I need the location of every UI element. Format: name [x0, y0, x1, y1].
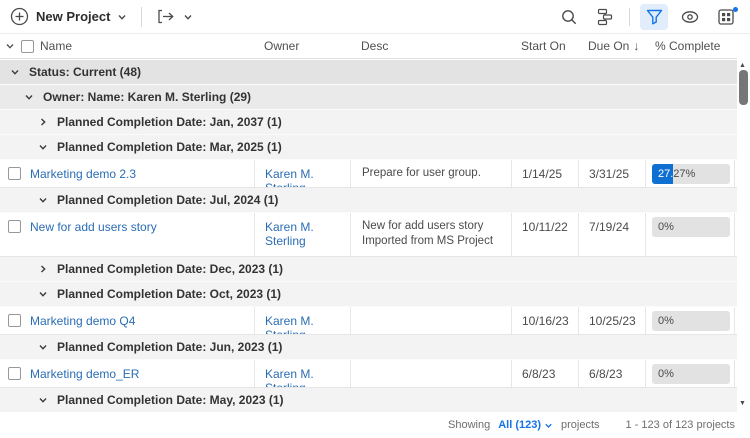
- project-name-link[interactable]: New for add users story: [30, 220, 157, 234]
- group-label: Planned Completion Date: Jul, 2024 (1): [57, 193, 278, 207]
- project-name-link[interactable]: Marketing demo 2.3: [30, 167, 136, 181]
- start-on-cell: 1/14/25: [511, 160, 578, 187]
- showing-label: Showing: [448, 419, 490, 431]
- row-checkbox[interactable]: [8, 167, 21, 180]
- start-on-cell: 6/8/23: [511, 360, 578, 387]
- percent-complete-field[interactable]: 27.27% 27.27%: [652, 164, 730, 184]
- chevron-down-icon: [183, 12, 193, 22]
- view-eye-icon[interactable]: [676, 4, 704, 30]
- sort-descending-icon: ↓: [633, 39, 639, 53]
- column-header-name[interactable]: Name: [40, 39, 72, 53]
- select-all-checkbox[interactable]: [21, 40, 34, 53]
- scrollbar-up-arrow[interactable]: ▲: [738, 62, 747, 70]
- group-label: Planned Completion Date: May, 2023 (1): [57, 393, 284, 407]
- toolbar-right: [555, 4, 740, 30]
- chevron-down-icon[interactable]: [24, 92, 34, 102]
- toolbar-icon-divider: [629, 8, 630, 26]
- owner-link[interactable]: Karen M. Sterling: [265, 220, 314, 248]
- table-body: Status: Current (48) Owner: Name: Karen M…: [0, 60, 737, 412]
- chevron-down-icon[interactable]: [38, 142, 48, 152]
- group-label: Planned Completion Date: Jan, 2037 (1): [57, 115, 282, 129]
- table-row: Marketing demo_ER Karen M. Sterling 6/8/…: [0, 360, 737, 388]
- chevron-down-icon[interactable]: [38, 289, 48, 299]
- project-name-link[interactable]: Marketing demo_ER: [30, 367, 139, 381]
- column-header-owner[interactable]: Owner: [254, 39, 350, 53]
- start-on-cell: 10/16/23: [511, 307, 578, 334]
- due-on-cell: 10/25/23: [578, 307, 645, 334]
- projects-label: projects: [561, 419, 600, 431]
- start-on-cell: 10/11/22: [511, 213, 578, 256]
- chevron-right-icon[interactable]: [38, 117, 48, 127]
- group-row[interactable]: Owner: Name: Karen M. Sterling (29): [0, 85, 737, 110]
- group-row[interactable]: Planned Completion Date: May, 2023 (1): [0, 388, 737, 412]
- notification-dot: [733, 7, 738, 12]
- new-project-label: New Project: [36, 9, 110, 24]
- chevron-down-icon: [117, 12, 127, 22]
- owner-link[interactable]: Karen M. Sterling: [265, 367, 314, 387]
- column-header-pct-complete[interactable]: % Complete: [645, 39, 735, 53]
- row-checkbox[interactable]: [8, 220, 21, 233]
- group-row[interactable]: Planned Completion Date: Mar, 2025 (1): [0, 135, 737, 160]
- column-header-due-on[interactable]: Due On ↓: [578, 39, 645, 53]
- column-header-desc[interactable]: Desc: [350, 39, 511, 53]
- group-label: Status: Current (48): [29, 65, 141, 79]
- plus-circle-icon: [10, 7, 29, 26]
- project-list-page: New Project: [0, 0, 750, 438]
- toolbar: New Project: [0, 0, 750, 34]
- due-on-cell: 7/19/24: [578, 213, 645, 256]
- group-label: Planned Completion Date: Oct, 2023 (1): [57, 287, 281, 301]
- chevron-down-icon[interactable]: [38, 395, 48, 405]
- desc-cell: [350, 307, 511, 334]
- layout-grid-icon[interactable]: [712, 4, 740, 30]
- export-icon: [156, 8, 176, 25]
- scrollbar-down-arrow[interactable]: ▼: [738, 400, 747, 408]
- owner-link[interactable]: Karen M. Sterling: [265, 314, 314, 334]
- chevron-down-icon[interactable]: [5, 41, 15, 51]
- column-header-start-on[interactable]: Start On: [511, 39, 578, 53]
- row-checkbox[interactable]: [8, 367, 21, 380]
- percent-complete-field[interactable]: 0% 0%: [652, 364, 730, 384]
- chevron-down-icon[interactable]: [38, 342, 48, 352]
- owner-link[interactable]: Karen M. Sterling: [265, 167, 314, 187]
- export-button[interactable]: [156, 8, 193, 25]
- desc-cell: New for add users story Imported from MS…: [350, 213, 511, 256]
- chevron-down-icon[interactable]: [38, 195, 48, 205]
- table-row: Marketing demo Q4 Karen M. Sterling 10/1…: [0, 307, 737, 335]
- new-project-button[interactable]: New Project: [10, 7, 127, 26]
- percent-complete-field[interactable]: 0% 0%: [652, 217, 730, 237]
- scrollbar-thumb[interactable]: [739, 70, 748, 105]
- filter-icon[interactable]: [640, 4, 668, 30]
- group-label: Owner: Name: Karen M. Sterling (29): [43, 90, 251, 104]
- chevron-down-icon: [544, 421, 553, 430]
- search-icon[interactable]: [555, 4, 583, 30]
- due-on-cell: 6/8/23: [578, 360, 645, 387]
- due-on-cell: 3/31/25: [578, 160, 645, 187]
- table-row: Marketing demo 2.3 Karen M. Sterling Pre…: [0, 160, 737, 188]
- table-row: New for add users story Karen M. Sterlin…: [0, 213, 737, 257]
- chevron-right-icon[interactable]: [38, 264, 48, 274]
- chevron-down-icon[interactable]: [10, 67, 20, 77]
- group-row[interactable]: Planned Completion Date: Jun, 2023 (1): [0, 335, 737, 360]
- group-label: Planned Completion Date: Jun, 2023 (1): [57, 340, 282, 354]
- grouping-icon[interactable]: [591, 4, 619, 30]
- range-label: 1 - 123 of 123 projects: [626, 419, 735, 431]
- row-checkbox[interactable]: [8, 314, 21, 327]
- project-name-link[interactable]: Marketing demo Q4: [30, 314, 135, 328]
- group-row[interactable]: Status: Current (48): [0, 60, 737, 85]
- toolbar-divider: [141, 7, 142, 27]
- group-row[interactable]: Planned Completion Date: Jul, 2024 (1): [0, 188, 737, 213]
- group-row[interactable]: Planned Completion Date: Dec, 2023 (1): [0, 257, 737, 282]
- group-row[interactable]: Planned Completion Date: Jan, 2037 (1): [0, 110, 737, 135]
- group-label: Planned Completion Date: Dec, 2023 (1): [57, 262, 283, 276]
- footer: Showing All (123) projects 1 - 123 of 12…: [0, 412, 750, 438]
- showing-filter-dropdown[interactable]: All (123): [498, 419, 553, 431]
- group-label: Planned Completion Date: Mar, 2025 (1): [57, 140, 282, 154]
- desc-cell: Prepare for user group.: [350, 160, 511, 187]
- percent-complete-field[interactable]: 0% 0%: [652, 311, 730, 331]
- desc-cell: [350, 360, 511, 387]
- group-row[interactable]: Planned Completion Date: Oct, 2023 (1): [0, 282, 737, 307]
- column-header-row: Name Owner Desc Start On Due On ↓ % Comp…: [0, 34, 737, 59]
